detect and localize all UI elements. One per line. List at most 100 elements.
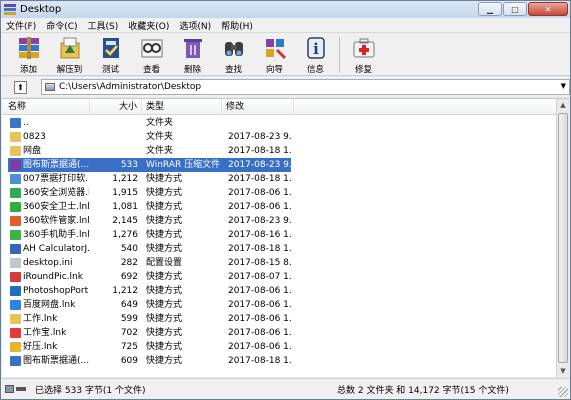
file-row[interactable]: 百度网盘.lnk 649 快捷方式 2017-08-06 1... (2, 298, 569, 312)
file-row[interactable]: 网盘 文件夹 2017-08-18 1... (2, 144, 569, 158)
file-list[interactable]: 名称 大小 类型 修改 .. 文件夹 0823 文件夹 2017-08-23 9... 网… (2, 98, 569, 377)
app-icon (10, 272, 21, 282)
wizard-icon (262, 35, 288, 61)
file-name: 0823 (23, 132, 46, 142)
file-modified: 2017-08-06 1... (228, 286, 292, 296)
guard-icon (10, 202, 21, 212)
file-size: 649 (120, 300, 138, 310)
delete-button[interactable]: 删除 (172, 33, 213, 75)
winrar-app-icon (4, 4, 16, 15)
wizard-button[interactable]: 向导 (254, 33, 295, 75)
file-size: 540 (120, 244, 138, 254)
menu-help[interactable]: 帮助(H) (216, 19, 258, 32)
minimize-button[interactable]: ▁ (478, 2, 502, 16)
file-modified: 2017-08-16 1... (228, 230, 292, 240)
add-button[interactable]: 添加 (8, 33, 49, 75)
view-button[interactable]: 查看 (131, 33, 172, 75)
column-name[interactable]: 名称 (2, 99, 90, 115)
file-row[interactable]: PhotoshopPort... 1,212 快捷方式 2017-08-06 1... (2, 284, 569, 298)
file-row[interactable]: AH CalculatorJ... 540 快捷方式 2017-08-18 1... (2, 242, 569, 256)
menu-favorites[interactable]: 收藏夹(O) (123, 19, 174, 32)
ini-file-icon (10, 258, 21, 268)
menu-options[interactable]: 选项(N) (174, 19, 216, 32)
repair-button[interactable]: 修复 (343, 33, 384, 75)
file-size: 725 (120, 342, 138, 352)
maximize-button[interactable]: □ (503, 2, 527, 16)
disk-icon[interactable] (5, 385, 14, 393)
up-folder-button[interactable]: ⬆ (14, 80, 27, 94)
title-bar[interactable]: Desktop ▁ □ ✕ (1, 1, 570, 18)
file-row[interactable]: iRoundPic.lnk 692 快捷方式 2017-08-07 1... (2, 270, 569, 284)
file-row[interactable]: 图布斯票据通(... 533 WinRAR 压缩文件 2017-08-23 9... (2, 158, 569, 172)
find-label: 查找 (224, 65, 242, 75)
vertical-scrollbar[interactable]: ▲ ▼ (556, 99, 569, 377)
column-size[interactable]: 大小 (90, 99, 142, 115)
status-bar: 已选择 533 字节(1 个文件) 总数 2 文件夹 和 14,172 字节(1… (1, 378, 570, 399)
file-type: 快捷方式 (146, 244, 183, 254)
extract-to-button[interactable]: 解压到 (49, 33, 90, 75)
file-row[interactable]: 工作.lnk 599 快捷方式 2017-08-06 1... (2, 312, 569, 326)
file-modified (228, 116, 292, 130)
folder-icon (10, 132, 21, 142)
file-type: 快捷方式 (146, 314, 183, 324)
file-row[interactable]: 360软件管家.lnk 2,145 快捷方式 2017-08-23 9... (2, 214, 569, 228)
file-type: 文件夹 (146, 118, 174, 128)
file-name: 好压.lnk (23, 342, 58, 352)
extract-to-icon (57, 35, 83, 61)
resize-grip[interactable] (558, 387, 568, 397)
parent-folder-icon (10, 118, 21, 128)
repair-icon (351, 35, 377, 61)
file-row[interactable]: 360安全浏览器.l... 1,915 快捷方式 2017-08-06 1... (2, 186, 569, 200)
file-size: 1,212 (112, 174, 138, 184)
delete-icon (180, 35, 206, 61)
file-size: 1,276 (112, 230, 138, 240)
toolbar-separator (339, 37, 340, 73)
file-type: 快捷方式 (146, 188, 183, 198)
drive-icon (44, 83, 55, 91)
svg-text:i: i (313, 40, 319, 58)
list-header: 名称 大小 类型 修改 (2, 99, 569, 115)
menu-file[interactable]: 文件(F) (1, 19, 41, 32)
info-icon: i (303, 35, 329, 61)
file-size: 1,081 (112, 202, 138, 212)
minimize-icon: ▁ (486, 4, 494, 14)
shortcut-icon (10, 174, 21, 184)
chevron-down-icon[interactable]: ▼ (561, 82, 566, 90)
close-button[interactable]: ✕ (528, 2, 568, 16)
file-row[interactable]: 0823 文件夹 2017-08-23 9... (2, 130, 569, 144)
file-size: 702 (120, 328, 138, 338)
find-button[interactable]: 查找 (213, 33, 254, 75)
up-arrow-icon: ⬆ (17, 82, 24, 92)
file-row[interactable]: 360手机助手.lnk 1,276 快捷方式 2017-08-16 1... (2, 228, 569, 242)
file-type: 快捷方式 (146, 328, 183, 338)
file-row[interactable]: .. 文件夹 (2, 116, 569, 130)
file-type: 快捷方式 (146, 230, 183, 240)
scroll-up-icon[interactable]: ▲ (557, 99, 569, 112)
repair-label: 修复 (354, 65, 372, 75)
folder-shortcut-icon (10, 314, 21, 324)
status-icons (5, 384, 27, 394)
file-row[interactable]: 好压.lnk 725 快捷方式 2017-08-06 1... (2, 340, 569, 354)
menu-tools[interactable]: 工具(S) (83, 19, 124, 32)
file-size: 1,915 (112, 188, 138, 198)
scroll-thumb[interactable] (558, 113, 568, 363)
folder-icon (10, 146, 21, 156)
file-row[interactable]: 360安全卫士.lnk 1,081 快捷方式 2017-08-06 1... (2, 200, 569, 214)
file-modified: 2017-08-23 9... (228, 160, 292, 170)
address-bar: ⬆ C:\Users\Administrator\Desktop ▼ (1, 77, 570, 97)
path-combobox[interactable]: C:\Users\Administrator\Desktop ▼ (40, 79, 570, 95)
file-modified: 2017-08-18 1... (228, 356, 292, 366)
file-row[interactable]: 图布斯票据通(... 609 快捷方式 2017-08-18 1... (2, 354, 569, 368)
file-type: 快捷方式 (146, 174, 183, 184)
file-row[interactable]: 007票据打印软... 1,212 快捷方式 2017-08-18 1... (2, 172, 569, 186)
file-row[interactable]: 工作宝.lnk 702 快捷方式 2017-08-06 1... (2, 326, 569, 340)
file-row[interactable]: desktop.ini 282 配置设置 2017-08-15 8... (2, 256, 569, 270)
info-button[interactable]: i 信息 (295, 33, 336, 75)
menu-commands[interactable]: 命令(C) (41, 19, 82, 32)
column-type[interactable]: 类型 (142, 99, 222, 115)
column-modified[interactable]: 修改 (222, 99, 294, 115)
key-icon[interactable] (16, 387, 26, 391)
test-button[interactable]: 测试 (90, 33, 131, 75)
scroll-down-icon[interactable]: ▼ (557, 365, 569, 377)
file-type: WinRAR 压缩文件 (146, 160, 221, 170)
